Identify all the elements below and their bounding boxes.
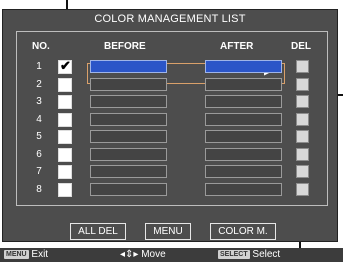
after-color-slot[interactable] xyxy=(205,130,282,143)
after-color-slot[interactable] xyxy=(205,113,282,126)
footer-move-label: Move xyxy=(141,249,166,260)
footer-exit: MENU Exit xyxy=(4,249,48,261)
row-number: 8 xyxy=(36,184,42,195)
list-row[interactable]: 4 xyxy=(3,112,337,129)
delete-button[interactable] xyxy=(296,113,309,126)
list-row[interactable]: 2 xyxy=(3,77,337,94)
footer-bar: MENU Exit ◂⇕▸ Move SELECT Select xyxy=(0,248,343,262)
checkmark-icon: ✔ xyxy=(60,58,71,73)
delete-button[interactable] xyxy=(296,60,309,73)
color-management-panel: COLOR MANAGEMENT LIST NO. BEFORE AFTER D… xyxy=(2,9,338,242)
header-del: DEL xyxy=(291,41,311,52)
row-number: 4 xyxy=(36,114,42,125)
row-number: 3 xyxy=(36,96,42,107)
list-row[interactable]: 5 xyxy=(3,129,337,146)
after-color-slot[interactable] xyxy=(205,78,282,91)
color-m-button[interactable]: COLOR M. xyxy=(210,223,276,240)
before-color-slot[interactable] xyxy=(90,60,167,73)
list-row[interactable]: 8 xyxy=(3,182,337,199)
list-row[interactable]: 7 xyxy=(3,164,337,181)
row-number: 6 xyxy=(36,149,42,160)
row-checkbox[interactable] xyxy=(58,95,72,109)
header-no: NO. xyxy=(32,41,50,52)
row-number: 5 xyxy=(36,131,42,142)
row-checkbox[interactable] xyxy=(58,148,72,162)
select-key-tag: SELECT xyxy=(218,249,250,259)
row-checkbox[interactable] xyxy=(58,113,72,127)
before-color-slot[interactable] xyxy=(90,113,167,126)
row-number: 2 xyxy=(36,79,42,90)
menu-button[interactable]: MENU xyxy=(145,223,191,240)
before-color-slot[interactable] xyxy=(90,78,167,91)
row-checkbox[interactable] xyxy=(58,78,72,92)
header-after: AFTER xyxy=(220,41,254,52)
row-checkbox[interactable]: ✔ xyxy=(58,58,72,74)
after-color-slot[interactable] xyxy=(205,95,282,108)
delete-button[interactable] xyxy=(296,78,309,91)
move-arrows-icon: ◂⇕▸ xyxy=(120,249,139,260)
color-management-screen: COLOR MANAGEMENT LIST NO. BEFORE AFTER D… xyxy=(0,0,343,262)
delete-button[interactable] xyxy=(296,165,309,178)
before-color-slot[interactable] xyxy=(90,183,167,196)
list-row[interactable]: 3 xyxy=(3,94,337,111)
after-color-slot[interactable] xyxy=(205,165,282,178)
after-color-slot[interactable] xyxy=(205,148,282,161)
menu-key-tag: MENU xyxy=(4,249,29,259)
row-checkbox[interactable] xyxy=(58,130,72,144)
list-row[interactable]: 1 ✔ xyxy=(3,58,337,76)
footer-select: SELECT Select xyxy=(218,249,280,261)
delete-button[interactable] xyxy=(296,130,309,143)
before-color-slot[interactable] xyxy=(90,95,167,108)
before-color-slot[interactable] xyxy=(90,148,167,161)
before-color-slot[interactable] xyxy=(90,165,167,178)
after-color-slot[interactable] xyxy=(205,183,282,196)
row-checkbox[interactable] xyxy=(58,183,72,197)
row-checkbox[interactable] xyxy=(58,165,72,179)
list-row[interactable]: 6 xyxy=(3,147,337,164)
row-number: 7 xyxy=(36,166,42,177)
all-del-button[interactable]: ALL DEL xyxy=(70,223,126,240)
footer-select-label: Select xyxy=(252,249,281,260)
before-color-slot[interactable] xyxy=(90,130,167,143)
delete-button[interactable] xyxy=(296,183,309,196)
delete-button[interactable] xyxy=(296,95,309,108)
after-color-slot[interactable] xyxy=(205,60,282,73)
header-before: BEFORE xyxy=(104,41,146,52)
footer-move: ◂⇕▸ Move xyxy=(120,249,166,261)
footer-exit-label: Exit xyxy=(31,249,49,260)
row-number: 1 xyxy=(36,61,42,72)
delete-button[interactable] xyxy=(296,148,309,161)
panel-title: COLOR MANAGEMENT LIST xyxy=(94,13,246,25)
